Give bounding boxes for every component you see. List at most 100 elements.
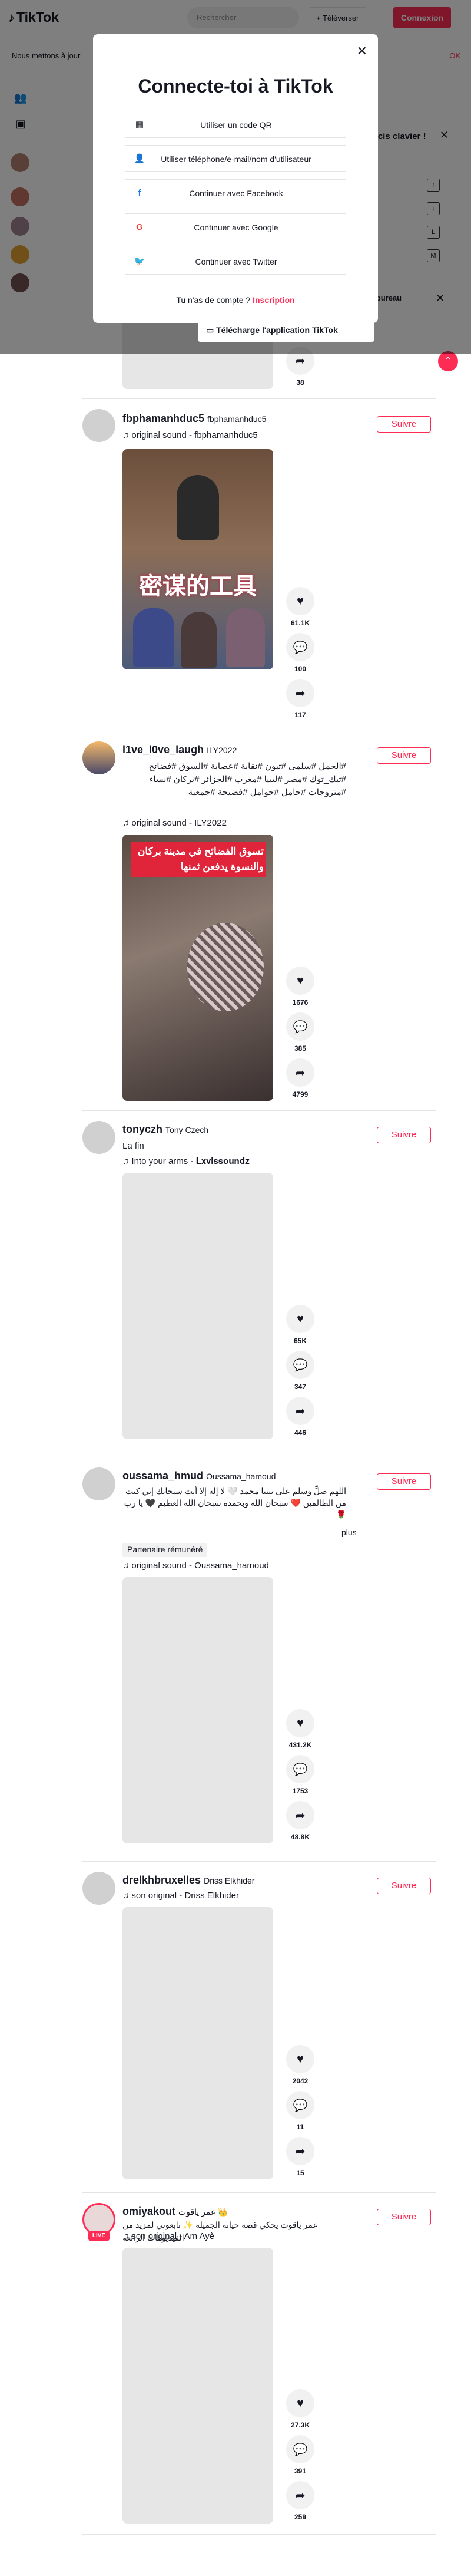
comment-action[interactable]: 💬 1753: [286, 1755, 314, 1795]
share-action[interactable]: ➦ 259: [286, 2481, 314, 2521]
share-icon: ➦: [286, 1801, 314, 1829]
follow-button[interactable]: Suivre: [377, 1127, 431, 1143]
avatar[interactable]: [82, 409, 115, 442]
login-option-facebook[interactable]: f Continuer avec Facebook: [125, 179, 346, 206]
footer-text: Tu n'as de compte ?: [176, 295, 251, 305]
heart-icon: ♥: [286, 587, 314, 615]
post-header[interactable]: fbphamanhduc5 fbphamanhduc5: [122, 413, 266, 425]
music-note-icon: ♫: [122, 430, 132, 440]
share-icon: ➦: [286, 2481, 314, 2509]
comment-count: 347: [294, 1383, 307, 1391]
login-option-phone[interactable]: 👤 Utiliser téléphone/e-mail/nom d'utilisa…: [125, 145, 346, 172]
comment-count: 100: [294, 665, 307, 673]
sound-label: son original - Driss Elkhider: [131, 1891, 239, 1901]
login-option-qr[interactable]: ▦ Utiliser un code QR: [125, 111, 346, 138]
video-thumbnail[interactable]: [122, 1907, 273, 2179]
like-count: 2042: [292, 2077, 309, 2085]
sound-link[interactable]: ♫ original sound - fbphamanhduc5: [122, 430, 258, 440]
video-thumbnail[interactable]: [122, 1577, 273, 1843]
like-count: 1676: [292, 998, 309, 1007]
share-count: 446: [294, 1429, 307, 1437]
sound-link[interactable]: ♫ Into your arms - 𝐋𝐱𝐯𝐢𝐬𝐬𝐨𝐮𝐧𝐝𝐳: [122, 1156, 250, 1166]
nickname: Tony Czech: [165, 1125, 209, 1134]
post-header[interactable]: drelkhbruxelles Driss Elkhider: [122, 1874, 254, 1886]
comment-action[interactable]: 💬 347: [286, 1351, 314, 1391]
follow-button[interactable]: Suivre: [377, 416, 431, 433]
share-action[interactable]: ➦ 446: [286, 1397, 314, 1437]
like-count: 65K: [293, 1337, 307, 1345]
post-header[interactable]: omiyakout عمر ياقوت 👑: [122, 2205, 228, 2218]
share-icon: ➦: [286, 1397, 314, 1425]
sound-link[interactable]: ♫ original sound - ILY2022: [122, 818, 227, 828]
share-action[interactable]: ➦ 117: [286, 679, 314, 719]
divider: [82, 2192, 436, 2193]
like-action[interactable]: ♥ 61.1K: [286, 587, 314, 627]
see-more-link[interactable]: plus: [341, 1528, 357, 1537]
close-icon[interactable]: ✕: [357, 44, 367, 59]
login-option-google[interactable]: G Continuer avec Google: [125, 213, 346, 240]
comment-count: 1753: [292, 1787, 309, 1795]
thumbnail-figure: [187, 923, 264, 1011]
heart-icon: ♥: [286, 1709, 314, 1737]
comment-action[interactable]: 💬 100: [286, 633, 314, 673]
thumbnail-figure: [226, 608, 265, 667]
option-label: Utiliser un code QR: [200, 120, 272, 130]
comment-count: 391: [294, 2467, 307, 2475]
share-icon: ➦: [286, 679, 314, 707]
sound-link[interactable]: ♫ original sound - Oussama_hamoud: [122, 1561, 269, 1571]
thumbnail-caption: 密谋的工具: [139, 573, 257, 599]
modal-title: Connecte-toi à TikTok: [138, 75, 333, 97]
paid-partnership-badge: Partenaire rémunéré: [122, 1543, 208, 1557]
avatar[interactable]: [82, 741, 115, 774]
music-note-icon: ♫: [122, 818, 132, 828]
login-option-twitter[interactable]: 🐦 Continuer avec Twitter: [125, 248, 346, 275]
signup-footer: Tu n'as de compte ? Inscription: [93, 281, 378, 323]
avatar[interactable]: [82, 1121, 115, 1154]
follow-button[interactable]: Suivre: [377, 747, 431, 764]
like-action[interactable]: ♥ 1676: [286, 967, 314, 1007]
share-action[interactable]: ➦ 15: [286, 2137, 314, 2177]
scroll-up-icon[interactable]: ⌃: [438, 351, 458, 371]
like-count: 27.3K: [290, 2421, 310, 2429]
sound-label: Into your arms - 𝐋𝐱𝐯𝐢𝐬𝐬𝐨𝐮𝐧𝐝𝐳: [131, 1156, 250, 1166]
share-icon: ➦: [286, 1058, 314, 1087]
heart-icon: ♥: [286, 1305, 314, 1333]
get-app-button[interactable]: ▭ Télécharge l'application TikTok: [198, 318, 374, 342]
like-action[interactable]: ♥ 431.2K: [286, 1709, 314, 1749]
like-action[interactable]: ♥ 27.3K: [286, 2389, 314, 2429]
avatar[interactable]: [82, 1467, 115, 1500]
divider: [82, 2534, 436, 2535]
nickname: fbphamanhduc5: [207, 414, 267, 424]
post-header[interactable]: l1ve_l0ve_laugh ILY2022: [122, 744, 237, 756]
username: oussama_hmud: [122, 1470, 204, 1482]
comment-action[interactable]: 💬 391: [286, 2435, 314, 2475]
divider: [82, 1861, 436, 1862]
like-action[interactable]: ♥ 65K: [286, 1305, 314, 1345]
share-action[interactable]: ➦ 4799: [286, 1058, 314, 1099]
sound-link[interactable]: ♫ son original - Am Ayè: [122, 2231, 214, 2241]
comment-action[interactable]: 💬 385: [286, 1012, 314, 1053]
video-thumbnail[interactable]: 密谋的工具: [122, 449, 273, 669]
follow-button[interactable]: Suivre: [377, 1878, 431, 1894]
desktop-icon: ▭: [206, 325, 217, 335]
video-thumbnail[interactable]: [122, 2248, 273, 2524]
follow-button[interactable]: Suivre: [377, 2209, 431, 2225]
follow-button[interactable]: Suivre: [377, 1473, 431, 1490]
nickname: عمر ياقوت 👑: [178, 2207, 228, 2217]
signup-link[interactable]: Inscription: [253, 295, 295, 305]
comment-icon: 💬: [286, 2435, 314, 2463]
sound-link[interactable]: ♫ son original - Driss Elkhider: [122, 1891, 239, 1901]
post-header[interactable]: oussama_hmud Oussama_hamoud: [122, 1470, 276, 1482]
video-thumbnail[interactable]: [122, 1173, 273, 1439]
avatar[interactable]: [82, 1872, 115, 1905]
post-caption: La fin: [122, 1141, 144, 1151]
video-thumbnail[interactable]: تسوق الفضائح في مدينة بركان والنسوة يدفع…: [122, 835, 273, 1101]
sound-label: original sound - ILY2022: [131, 818, 227, 828]
like-action[interactable]: ♥ 2042: [286, 2045, 314, 2085]
comment-icon: 💬: [286, 1351, 314, 1379]
comment-action[interactable]: 💬 11: [286, 2091, 314, 2131]
share-action[interactable]: ➦ 48.8K: [286, 1801, 314, 1841]
post-header[interactable]: tonyczh Tony Czech: [122, 1123, 208, 1136]
username: fbphamanhduc5: [122, 413, 205, 424]
heart-icon: ♥: [286, 2045, 314, 2073]
